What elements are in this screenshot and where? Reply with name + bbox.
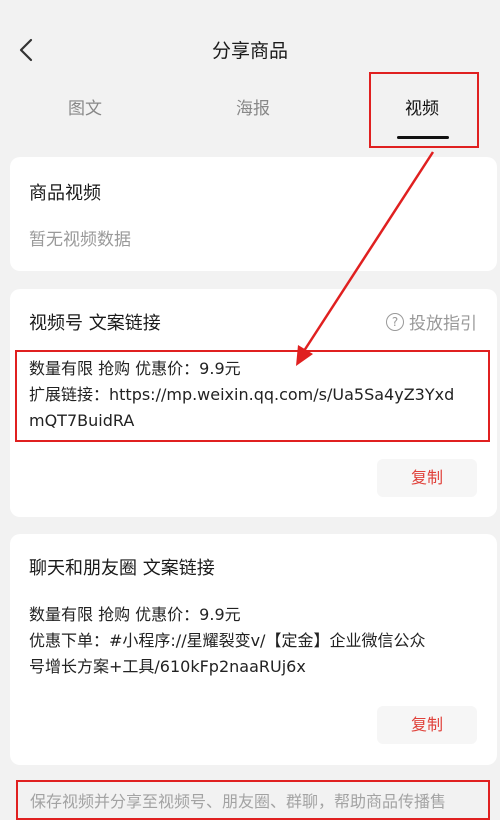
annotation-box-copy-text xyxy=(15,350,490,442)
copy-button[interactable]: 复制 xyxy=(377,459,477,497)
annotation-box-bottom-note xyxy=(16,780,490,820)
no-video-text: 暂无视频数据 xyxy=(29,230,131,250)
chat-text-line: 优惠下单：#小程序://星耀裂变v/【定金】企业微信公众 xyxy=(29,631,426,650)
page-title: 分享商品 xyxy=(211,40,288,62)
chat-text-line: 号增长方案+工具/610kFp2naaRUj6x xyxy=(29,657,306,676)
annotation-box-video-tab xyxy=(369,72,479,148)
tab-poster[interactable]: 海报 xyxy=(203,94,303,119)
guide-label: 投放指引 xyxy=(409,314,477,334)
channels-card-title: 视频号 文案链接 xyxy=(29,313,161,334)
product-video-title: 商品视频 xyxy=(29,183,101,204)
question-icon: ? xyxy=(386,312,404,331)
chat-card-title: 聊天和朋友圈 文案链接 xyxy=(29,558,215,579)
chat-copy-text: 数量有限 抢购 优惠价：9.9元 优惠下单：#小程序://星耀裂变v/【定金】企… xyxy=(29,602,484,680)
chat-text-line: 数量有限 抢购 优惠价：9.9元 xyxy=(29,605,241,624)
guide-link[interactable]: ? 投放指引 xyxy=(386,309,477,334)
tab-image-text[interactable]: 图文 xyxy=(35,94,135,119)
product-video-card: 商品视频 暂无视频数据 xyxy=(10,157,497,271)
copy-button[interactable]: 复制 xyxy=(377,706,477,744)
chat-copy-card: 聊天和朋友圈 文案链接 数量有限 抢购 优惠价：9.9元 优惠下单：#小程序:/… xyxy=(10,534,497,765)
share-product-page: 分享商品 图文 海报 视频 商品视频 暂无视频数据 视频号 文案链接 ? 投放指… xyxy=(0,0,500,820)
